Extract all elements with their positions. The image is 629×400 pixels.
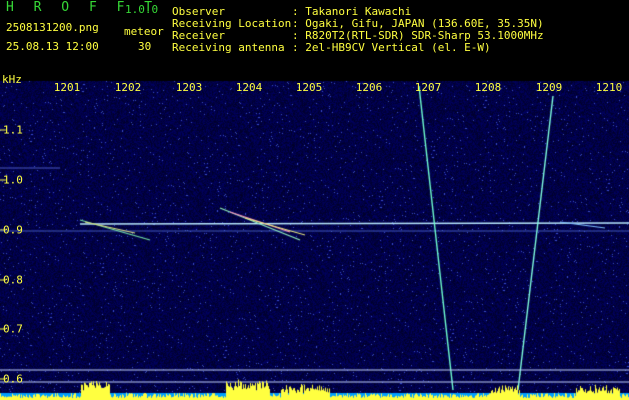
y-tick-label: 0.7 [3, 322, 23, 336]
spectrogram [0, 67, 629, 400]
x-tick-label: 1201 [53, 81, 81, 94]
file-timestamp: 25.08.13 12:00 [6, 40, 99, 53]
x-tick-label: 1205 [295, 81, 323, 94]
x-tick-label: 1206 [355, 81, 383, 94]
file-name: 2508131200.png [6, 21, 99, 34]
x-tick-label: 1208 [474, 81, 502, 94]
x-tick-label: 1207 [414, 81, 442, 94]
y-tick-label: 1.0 [3, 173, 23, 187]
antenna-label: Receiving antenna [172, 41, 285, 54]
meteor-count: 30 [138, 40, 152, 53]
x-tick-label: 1204 [235, 81, 263, 94]
x-tick-label: 1210 [595, 81, 623, 94]
app-version: 1.0.0 [125, 3, 159, 16]
y-tick-label: 0.6 [3, 372, 23, 386]
x-tick-label: 1202 [114, 81, 142, 94]
meteor-label: meteor [124, 25, 164, 38]
y-tick-label: 0.9 [3, 223, 23, 237]
antenna-value: : 2el-HB9CV Vertical (el. E-W) [292, 41, 491, 54]
hrofft-screen: { "app": { "title": "H R O F F T", "vers… [0, 0, 629, 400]
y-tick-label: 1.1 [3, 123, 23, 137]
y-axis-unit: kHz [2, 73, 22, 86]
x-tick-label: 1209 [535, 81, 563, 94]
x-tick-label: 1203 [175, 81, 203, 94]
y-tick-label: 0.8 [3, 273, 23, 287]
